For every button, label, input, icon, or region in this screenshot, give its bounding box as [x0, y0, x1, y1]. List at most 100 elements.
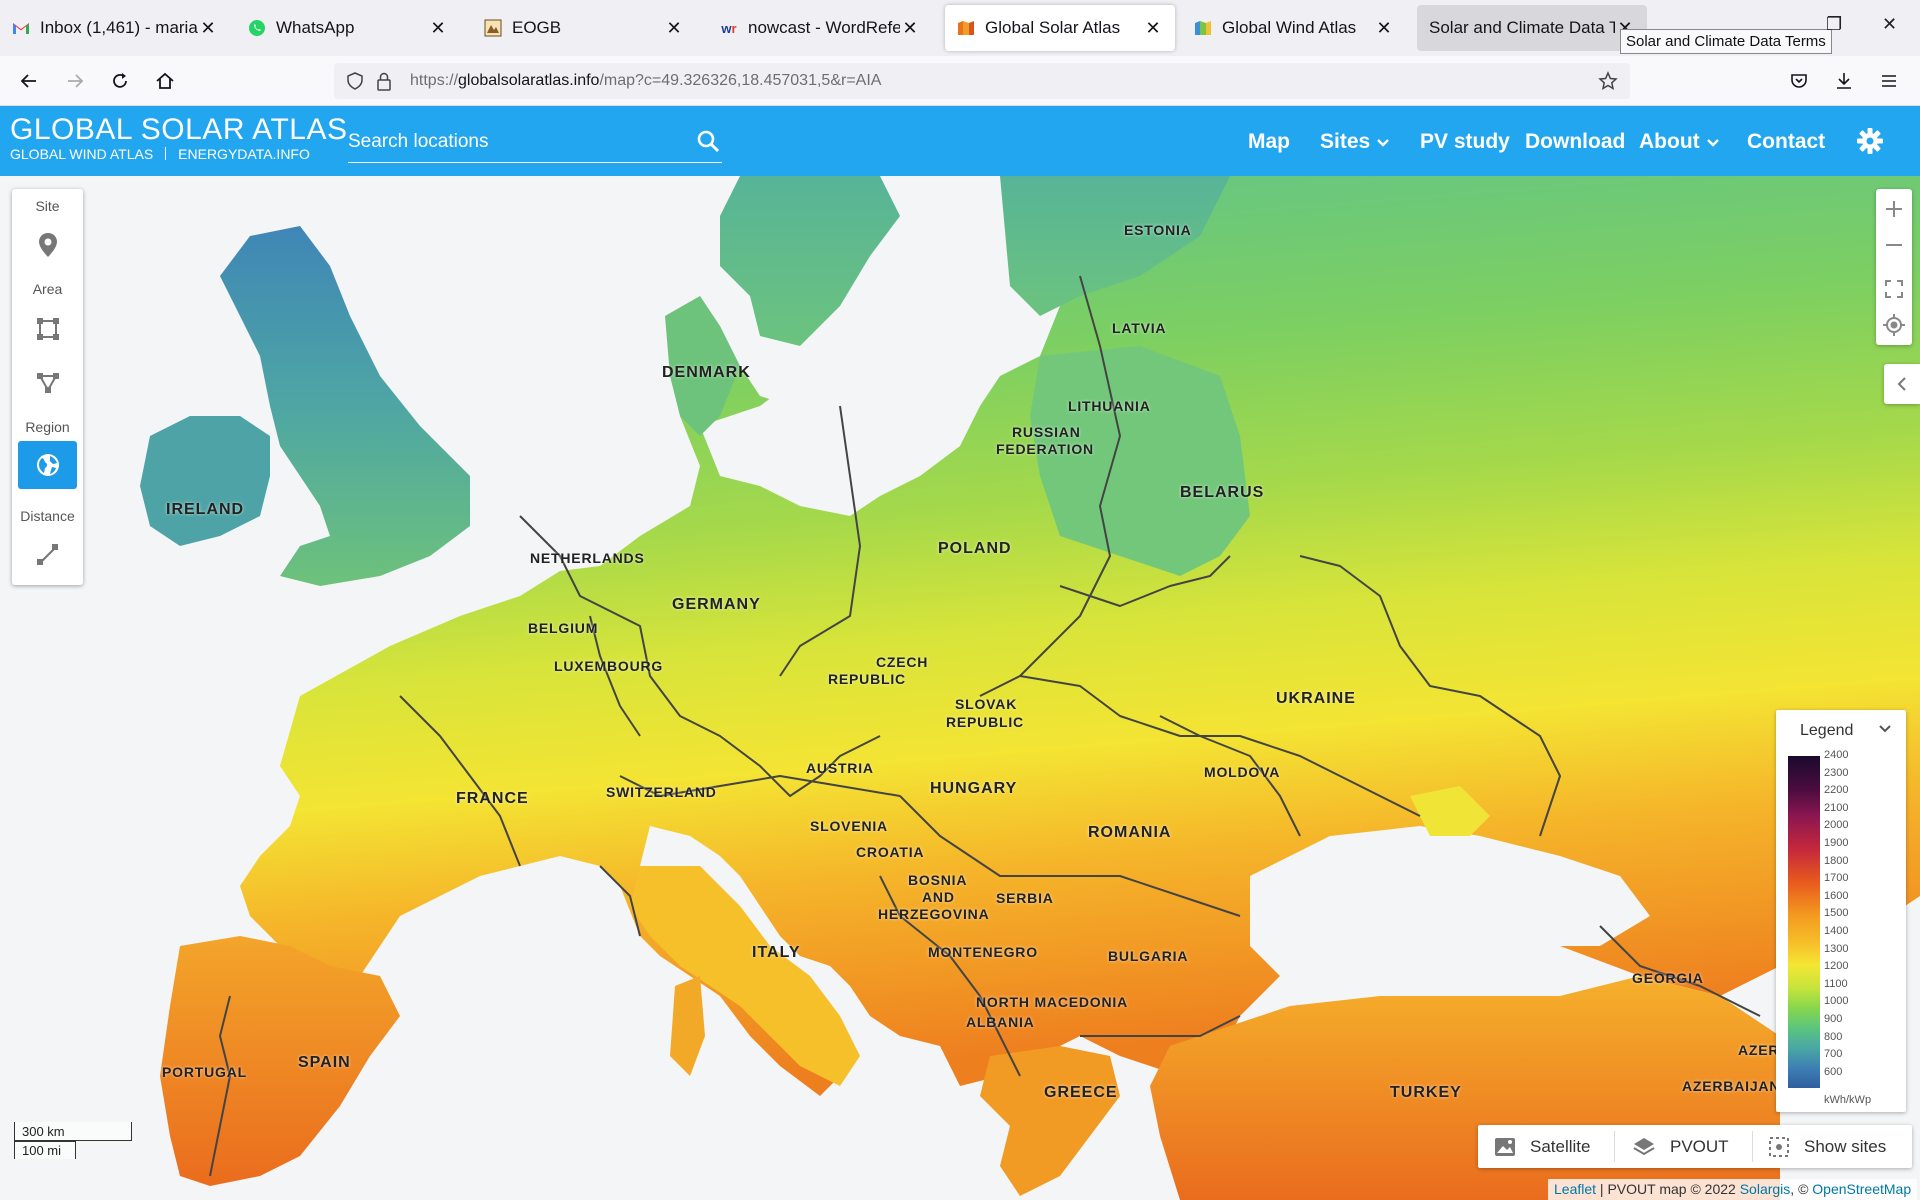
menu-about[interactable]: About [1639, 130, 1720, 154]
pocket-button[interactable] [1786, 68, 1812, 94]
plus-icon [1886, 201, 1902, 217]
brand-title[interactable]: GLOBAL SOLAR ATLAS [10, 113, 347, 147]
openstreetmap-link[interactable]: OpenStreetMap [1812, 1181, 1911, 1197]
country-label: MONTENEGRO [928, 944, 1038, 960]
map-scale: 300 km 100 mi [14, 1122, 132, 1160]
close-tab-icon[interactable]: ✕ [1143, 18, 1163, 39]
eogb-icon [484, 19, 502, 37]
show-sites-button[interactable]: Show sites [1768, 1125, 1886, 1168]
tab-global-solar-atlas[interactable]: Global Solar Atlas ✕ [945, 5, 1175, 51]
country-label: DENMARK [662, 364, 751, 381]
gear-icon[interactable] [1856, 127, 1884, 155]
restore-window-icon[interactable]: ❐ [1826, 14, 1842, 35]
layer-pvout-button[interactable]: PVOUT [1632, 1125, 1729, 1168]
close-tab-icon[interactable]: ✕ [428, 18, 448, 39]
region-tool-button[interactable] [18, 441, 77, 489]
global-wind-atlas-link[interactable]: GLOBAL WIND ATLAS [10, 146, 153, 162]
pvout-map-layer [140, 176, 1920, 1200]
menu-contact[interactable]: Contact [1747, 130, 1825, 154]
home-button[interactable] [152, 68, 178, 94]
satellite-button[interactable]: Satellite [1494, 1125, 1590, 1168]
country-label: GREECE [1044, 1084, 1118, 1101]
menu-pv-study[interactable]: PV study [1420, 130, 1510, 154]
scale-km: 300 km [14, 1122, 132, 1141]
map-layer-buttons: Satellite PVOUT Show sites [1478, 1125, 1912, 1168]
legend-title[interactable]: Legend [1800, 722, 1853, 740]
country-label: BELARUS [1180, 484, 1265, 501]
tab-solar-climate-terms[interactable]: Solar and Climate Data Terr ✕ [1417, 5, 1647, 51]
forward-button[interactable] [62, 68, 88, 94]
ruler-line-icon [36, 544, 58, 565]
home-icon [156, 72, 174, 89]
satellite-image-icon [1494, 1137, 1516, 1157]
locate-me-button[interactable] [1876, 307, 1912, 343]
menu-sites[interactable]: Sites [1320, 130, 1390, 154]
rectangle-draw-icon [36, 318, 59, 340]
close-tab-icon[interactable]: ✕ [198, 18, 218, 39]
map-canvas[interactable]: ESTONIA LATVIA LITHUANIA DENMARK RUSSIAN… [0, 176, 1920, 1200]
country-label: AZER [1738, 1042, 1780, 1058]
legend-tick-label: 1400 [1824, 925, 1849, 937]
search-icon[interactable] [696, 129, 720, 153]
tab-title: WhatsApp [276, 18, 355, 37]
divider [1614, 1131, 1615, 1162]
scale-mi: 100 mi [14, 1141, 76, 1159]
polygon-tool-button[interactable] [18, 359, 77, 407]
menu-download[interactable]: Download [1525, 130, 1625, 154]
gmail-icon [12, 19, 30, 37]
country-label: SWITZERLAND [606, 784, 717, 800]
hamburger-icon [1882, 75, 1896, 87]
zoom-out-button[interactable] [1876, 227, 1912, 263]
country-label: GEORGIA [1632, 970, 1704, 986]
close-tab-icon[interactable]: ✕ [1374, 18, 1394, 39]
tab-gmail[interactable]: Inbox (1,461) - mariange ✕ [0, 5, 230, 51]
map-legend: Legend 2400 2300 2200 2100 2000 1900 1800 1700 1… [1776, 710, 1906, 1112]
menu-map[interactable]: Map [1248, 130, 1290, 154]
tab-whatsapp[interactable]: WhatsApp ✕ [236, 5, 460, 51]
app-menu-button[interactable] [1876, 68, 1902, 94]
drawing-tools-panel: Site Area Region Distance [12, 189, 83, 585]
close-window-icon[interactable]: ✕ [1882, 14, 1897, 35]
tab-wordreference[interactable]: wr nowcast - WordReference ✕ [708, 5, 932, 51]
globe-icon [36, 454, 59, 476]
solar-atlas-icon [957, 19, 975, 37]
lock-icon[interactable] [376, 71, 392, 91]
url-text[interactable]: https://globalsolaratlas.info/map?c=49.3… [410, 72, 881, 90]
close-tab-icon[interactable]: ✕ [900, 18, 920, 39]
back-button[interactable] [16, 68, 42, 94]
bookmark-star-icon[interactable] [1598, 71, 1618, 91]
country-label: SERBIA [996, 890, 1054, 906]
leaflet-link[interactable]: Leaflet [1554, 1181, 1596, 1197]
tab-title: Solar and Climate Data Terr [1429, 18, 1615, 37]
search-input[interactable] [348, 131, 678, 153]
tab-eogb[interactable]: EOGB ✕ [472, 5, 696, 51]
tab-global-wind-atlas[interactable]: Global Wind Atlas ✕ [1182, 5, 1406, 51]
close-tab-icon[interactable]: ✕ [664, 18, 684, 39]
legend-tick-label: 1900 [1824, 837, 1849, 849]
chevron-down-icon[interactable] [1878, 724, 1892, 734]
legend-tick-label: 2000 [1824, 819, 1849, 832]
fullscreen-button[interactable] [1876, 271, 1912, 307]
country-label: BULGARIA [1108, 948, 1189, 964]
brand-links: GLOBAL WIND ATLAS ENERGYDATA.INFO [10, 146, 310, 162]
whatsapp-icon [248, 19, 266, 37]
legend-tick-label: 800 [1824, 1030, 1843, 1043]
downloads-button[interactable] [1831, 68, 1857, 94]
rectangle-tool-button[interactable] [18, 305, 77, 353]
shield-icon[interactable] [346, 72, 364, 90]
zoom-in-button[interactable] [1876, 191, 1912, 227]
url-bar[interactable]: https://globalsolaratlas.info/map?c=49.3… [334, 63, 1630, 99]
site-tool-button[interactable] [18, 221, 77, 269]
country-label: BOSNIA [908, 872, 968, 888]
reload-button[interactable] [107, 68, 133, 94]
energydata-link[interactable]: ENERGYDATA.INFO [178, 146, 310, 162]
solargis-link[interactable]: Solargis [1740, 1181, 1791, 1197]
fullscreen-icon [1885, 280, 1903, 298]
legend-tick-label: 700 [1824, 1048, 1843, 1061]
distance-tool-button[interactable] [18, 531, 77, 579]
country-label: NETHERLANDS [530, 550, 645, 566]
country-label: AUSTRIA [806, 760, 874, 776]
legend-tick-label: 900 [1824, 1013, 1843, 1025]
side-panel-toggle[interactable] [1884, 364, 1920, 404]
legend-tick-label: 1500 [1824, 907, 1849, 920]
